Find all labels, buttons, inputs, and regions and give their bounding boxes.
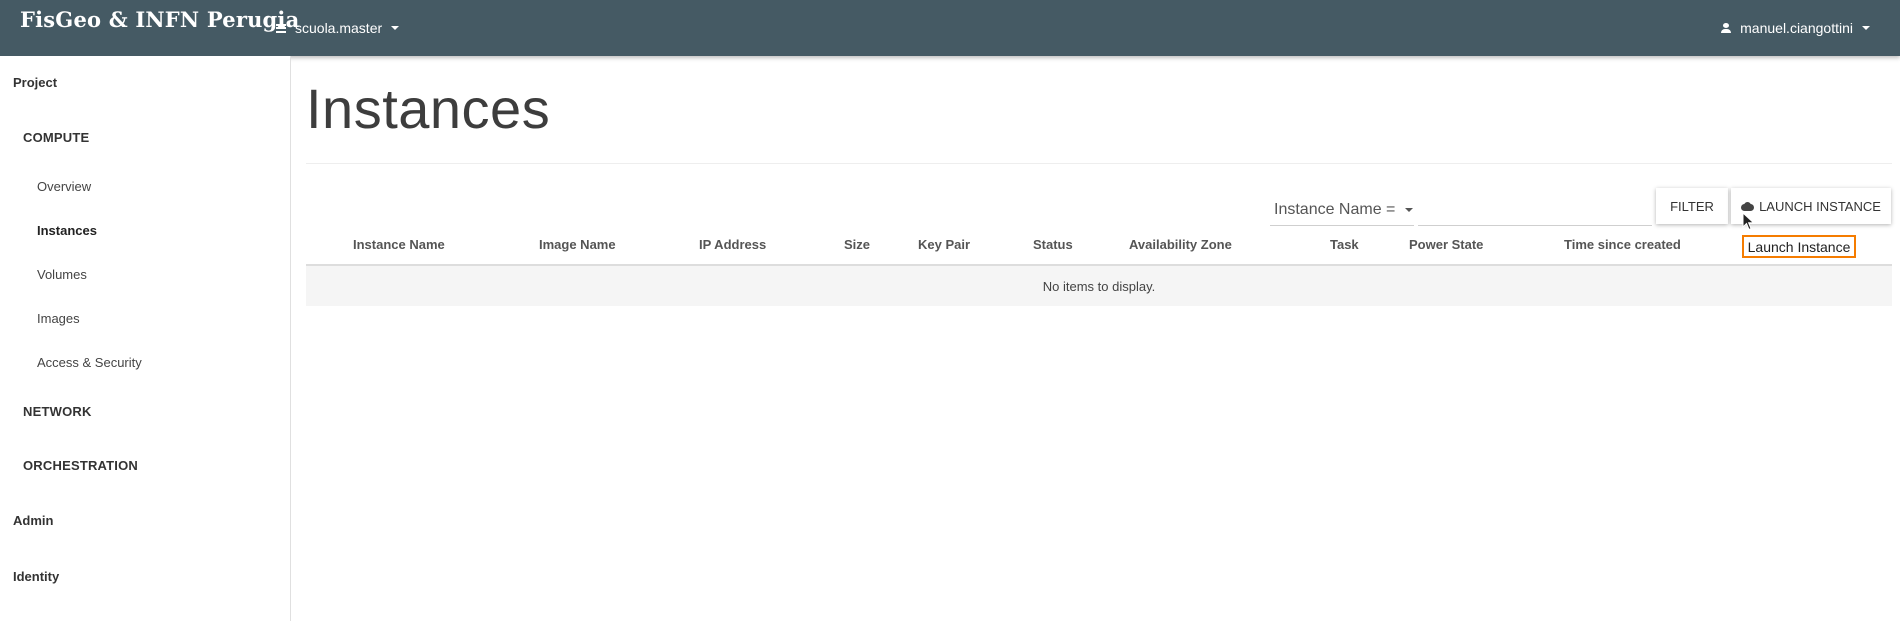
cloud-upload-icon [1741,201,1755,211]
launch-instance-label: LAUNCH INSTANCE [1759,198,1881,214]
sidebar-item-instances[interactable]: Instances [37,223,97,238]
empty-message: No items to display. [1042,278,1156,294]
page-title: Instances [306,77,551,140]
column-header-availability-zone[interactable]: Availability Zone [1129,237,1232,252]
column-header-status[interactable]: Status [1033,237,1073,252]
filter-input[interactable] [1418,194,1652,226]
mouse-cursor-icon [1742,212,1755,231]
user-icon [1721,23,1732,33]
sidebar-category-orchestration[interactable]: ORCHESTRATION [23,458,138,473]
launch-instance-tooltip: Launch Instance [1742,235,1856,258]
sidebar-item-identity[interactable]: Identity [13,569,59,584]
top-navbar: FisGeo & INFN Perugia scuola.master manu… [0,0,1900,56]
table-empty-row: No items to display. [306,266,1892,306]
user-menu[interactable]: manuel.ciangottini [1721,16,1870,40]
sidebar-item-admin[interactable]: Admin [13,513,53,528]
column-header-size[interactable]: Size [844,237,870,252]
brand-logo[interactable]: FisGeo & INFN Perugia [20,7,299,32]
list-icon [276,23,286,33]
column-header-ip-address[interactable]: IP Address [699,237,766,252]
sidebar-item-access-security[interactable]: Access & Security [37,355,142,370]
sidebar-item-overview[interactable]: Overview [37,179,91,194]
column-header-time-since-created[interactable]: Time since created [1564,237,1681,252]
sidebar-item-volumes[interactable]: Volumes [37,267,87,282]
sidebar-category-compute[interactable]: COMPUTE [23,130,89,145]
sidebar-item-images[interactable]: Images [37,311,80,326]
user-name: manuel.ciangottini [1740,20,1853,36]
caret-down-icon [1862,26,1870,30]
sidebar-category-network[interactable]: NETWORK [23,404,92,419]
sidebar-item-project[interactable]: Project [13,75,57,90]
column-header-instance-name[interactable]: Instance Name [353,237,445,252]
project-selector[interactable]: scuola.master [276,16,400,40]
column-header-task[interactable]: Task [1330,237,1359,252]
caret-down-icon [391,26,400,30]
title-divider [306,163,1892,164]
filter-button[interactable]: FILTER [1656,188,1728,224]
filter-field-select[interactable]: Instance Name = [1270,194,1414,226]
filter-field-label: Instance Name = [1274,200,1396,218]
column-header-key-pair[interactable]: Key Pair [918,237,970,252]
column-header-image-name[interactable]: Image Name [539,237,616,252]
project-name: scuola.master [295,20,383,36]
caret-down-icon [1405,207,1414,212]
sidebar: Project COMPUTE Overview Instances Volum… [0,56,291,621]
column-header-power-state[interactable]: Power State [1409,237,1483,252]
